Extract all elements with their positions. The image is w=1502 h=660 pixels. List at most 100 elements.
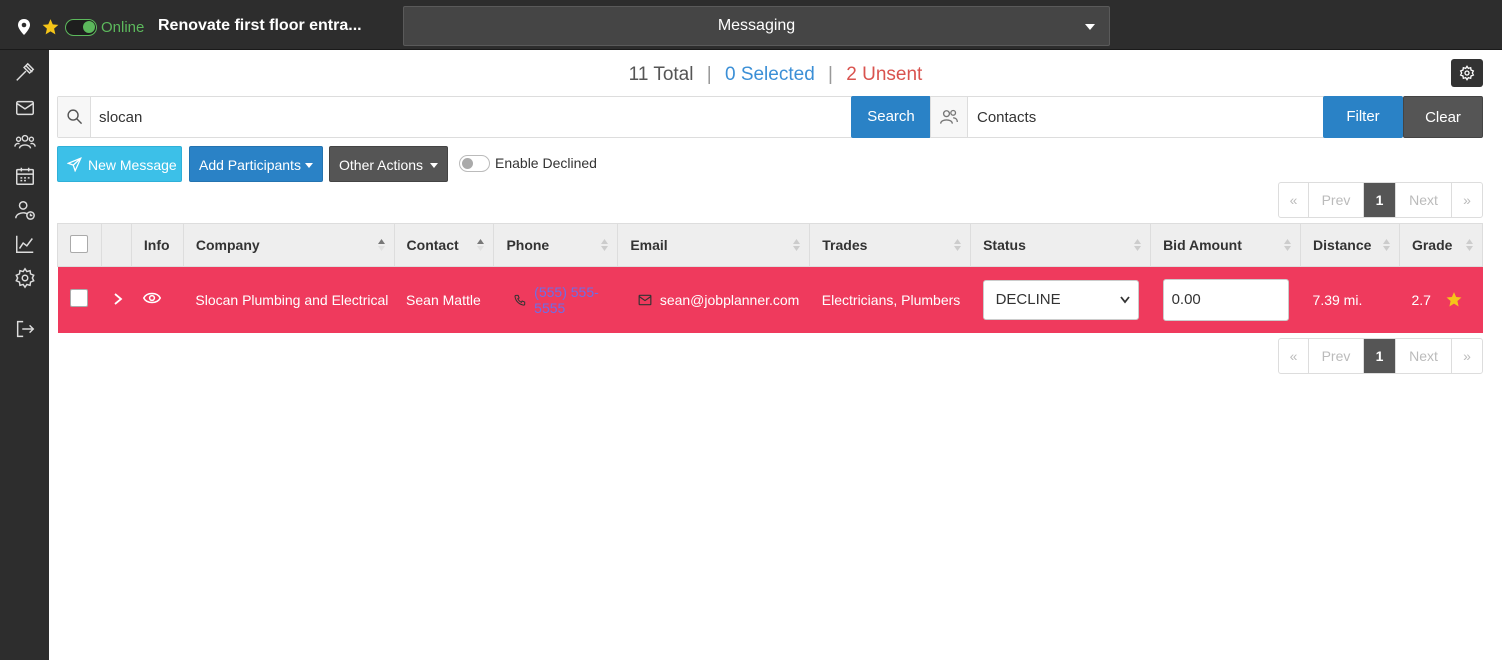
phone-header[interactable]: Phone: [493, 223, 619, 267]
select-all-header: [57, 223, 102, 267]
hammer-icon[interactable]: [14, 62, 36, 84]
last-page-button[interactable]: »: [1452, 183, 1482, 217]
mode-select[interactable]: Messaging: [403, 6, 1110, 46]
sort-icon: [793, 239, 801, 251]
gear-icon: [1459, 65, 1475, 81]
row-checkbox-cell: [57, 266, 102, 333]
select-all-checkbox[interactable]: [70, 234, 88, 253]
info-header: Info: [130, 223, 184, 267]
next-page-button[interactable]: Next: [1396, 183, 1452, 217]
paper-plane-icon: [67, 157, 82, 172]
new-message-label: New Message: [88, 157, 177, 173]
mail-icon[interactable]: [14, 97, 36, 119]
caret-down-icon: [1085, 24, 1095, 30]
email-header[interactable]: Email: [617, 223, 811, 267]
envelope-icon: [638, 294, 652, 305]
new-message-button[interactable]: New Message: [57, 146, 182, 182]
table-row[interactable]: Slocan Plumbing and Electrical Sean Matt…: [57, 266, 1483, 333]
users-icon[interactable]: [14, 131, 36, 153]
sort-icon: [1466, 239, 1473, 251]
prev-page-button[interactable]: Prev: [1309, 183, 1364, 217]
company-header[interactable]: Company: [182, 223, 395, 267]
sidebar: [0, 50, 49, 660]
first-page-button[interactable]: «: [1279, 339, 1309, 373]
email-cell: sean@jobplanner.com: [617, 266, 810, 333]
distance-header-label: Distance: [1313, 237, 1372, 253]
enable-declined-toggle[interactable]: [459, 155, 490, 172]
search-button[interactable]: Search: [851, 96, 931, 138]
filter-button[interactable]: Filter: [1323, 96, 1403, 138]
contacts-filter-label: Contacts: [977, 109, 1037, 126]
online-toggle[interactable]: [65, 19, 97, 36]
bid-amount-cell: 0.00: [1150, 266, 1301, 333]
calendar-icon[interactable]: [14, 165, 36, 187]
status-select[interactable]: DECLINE: [982, 279, 1139, 320]
pagination-bottom: « Prev 1 Next »: [1278, 338, 1483, 374]
next-page-button[interactable]: Next: [1396, 339, 1452, 373]
sort-asc-icon: [377, 239, 385, 251]
logout-icon[interactable]: [14, 318, 36, 340]
location-pin-icon[interactable]: [17, 19, 31, 35]
star-icon[interactable]: [41, 18, 60, 36]
bid-amount-header-label: Bid Amount: [1163, 237, 1242, 253]
prev-page-button[interactable]: Prev: [1309, 339, 1364, 373]
gear-icon[interactable]: [14, 267, 36, 289]
participants-table: Info Company Contact Phone Email Trades …: [57, 223, 1484, 333]
email-header-label: Email: [630, 237, 668, 253]
status-header-label: Status: [983, 237, 1026, 253]
company-header-label: Company: [195, 237, 260, 253]
other-actions-button[interactable]: Other Actions: [329, 146, 448, 182]
contacts-filter-select[interactable]: Contacts: [930, 96, 1367, 138]
status-header[interactable]: Status: [970, 223, 1152, 267]
trades-header[interactable]: Trades: [809, 223, 972, 267]
distance-cell: 7.39 mi.: [1300, 266, 1400, 333]
last-page-button[interactable]: »: [1452, 339, 1482, 373]
company-cell: Slocan Plumbing and Electrical: [183, 266, 395, 333]
eye-icon[interactable]: [143, 291, 162, 305]
main-content: 11 Total | 0 Selected | 2 Unsent Search …: [49, 50, 1502, 660]
bid-amount-header[interactable]: Bid Amount: [1150, 223, 1302, 267]
top-bar: Online Renovate first floor entra... Mes…: [0, 0, 1502, 50]
table-header-row: Info Company Contact Phone Email Trades …: [57, 223, 1484, 267]
mode-select-label: Messaging: [717, 17, 796, 34]
info-cell: [131, 266, 184, 333]
grade-header-label: Grade: [1411, 237, 1453, 253]
phone-icon: [514, 294, 526, 306]
first-page-button[interactable]: «: [1279, 183, 1309, 217]
selected-count[interactable]: 0 Selected: [725, 64, 815, 85]
page-number-button[interactable]: 1: [1364, 183, 1396, 217]
status-select-value: DECLINE: [995, 290, 1061, 308]
search-icon-box: [58, 97, 91, 137]
expand-cell: [101, 266, 132, 333]
add-participants-button[interactable]: Add Participants: [189, 146, 323, 182]
counts-summary: 11 Total | 0 Selected | 2 Unsent: [49, 64, 1502, 86]
sort-asc-icon: [477, 239, 485, 251]
online-label: Online: [101, 19, 145, 36]
search-input[interactable]: [99, 97, 839, 137]
grade-header[interactable]: Grade: [1398, 223, 1484, 267]
expand-header: [100, 223, 132, 267]
chevron-right-icon[interactable]: [113, 293, 123, 305]
project-title: Renovate first floor entra...: [158, 17, 362, 34]
total-count: 11 Total: [628, 64, 694, 85]
chevron-down-icon: [1119, 296, 1130, 304]
distance-header[interactable]: Distance: [1300, 223, 1400, 267]
settings-button[interactable]: [1451, 59, 1483, 87]
contact-header[interactable]: Contact: [393, 223, 495, 267]
page-number-button[interactable]: 1: [1364, 339, 1396, 373]
bid-amount-input[interactable]: 0.00: [1162, 278, 1289, 321]
unsent-count[interactable]: 2 Unsent: [846, 64, 922, 85]
contacts-icon-box: [931, 97, 968, 137]
row-checkbox[interactable]: [69, 289, 88, 308]
clear-button[interactable]: Clear: [1403, 96, 1483, 138]
phone-link[interactable]: (555) 555-5555: [534, 284, 618, 316]
email-link[interactable]: sean@jobplanner.com: [660, 292, 800, 308]
chart-icon[interactable]: [14, 233, 36, 255]
pagination-top: « Prev 1 Next »: [1278, 182, 1483, 218]
grade-cell: 2.7: [1399, 266, 1483, 333]
sort-icon: [954, 239, 962, 251]
search-icon: [67, 109, 83, 125]
contact-header-label: Contact: [406, 237, 459, 253]
user-clock-icon[interactable]: [14, 199, 36, 221]
enable-declined-label: Enable Declined: [495, 155, 597, 171]
